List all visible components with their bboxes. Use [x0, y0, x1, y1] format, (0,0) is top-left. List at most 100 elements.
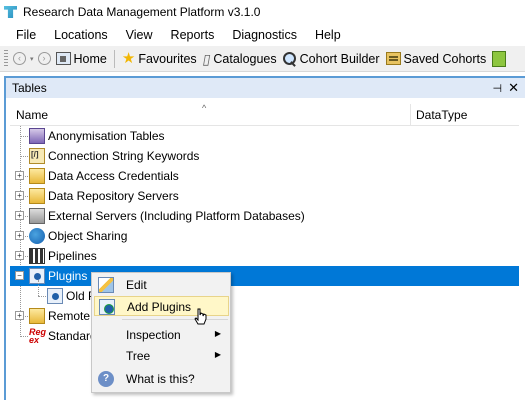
pin-icon[interactable]: ⊣	[493, 82, 503, 95]
context-menu-label: Edit	[126, 278, 147, 292]
tree-node-external-servers[interactable]: + External Servers (Including Platform D…	[10, 206, 525, 226]
tree-node-label: Remote I	[48, 309, 97, 323]
menu-reports[interactable]: Reports	[162, 24, 224, 46]
regex-icon: Reg ex	[29, 327, 47, 345]
tree-connector	[38, 296, 46, 297]
close-icon[interactable]: ✕	[508, 80, 519, 96]
expand-toggle[interactable]: +	[15, 171, 24, 180]
tree-node-label: Pipelines	[48, 249, 97, 263]
tree-node-remote[interactable]: + Remote I	[10, 306, 525, 326]
column-datatype-label: DataType	[416, 107, 468, 122]
tree-connector	[20, 336, 28, 337]
menu-help[interactable]: Help	[306, 24, 350, 46]
help-icon: ?	[98, 371, 114, 387]
column-name-label: Name	[16, 107, 49, 122]
context-menu-tree[interactable]: Tree ▶	[94, 346, 229, 366]
context-menu-inspection[interactable]: Inspection ▶	[94, 325, 229, 345]
forward-arrow-icon[interactable]: ›	[37, 52, 51, 65]
magnifier-icon	[282, 51, 297, 66]
saved-cohorts-icon	[385, 52, 401, 65]
back-dropdown-icon[interactable]: ▾	[30, 55, 34, 63]
tree-node-label: Connection String Keywords	[48, 149, 200, 163]
tree-node-data-repository-servers[interactable]: + Data Repository Servers	[10, 186, 525, 206]
cohort-builder-label: Cohort Builder	[299, 51, 380, 66]
menu-file[interactable]: File	[0, 24, 45, 46]
edit-icon	[98, 277, 114, 293]
anonymisation-icon	[29, 128, 45, 144]
toolbar: ‹ ▾ › Home ★ Favourites ▯ Catalogues Coh…	[0, 46, 525, 72]
sharing-icon	[29, 228, 45, 244]
collapse-toggle[interactable]: −	[15, 271, 24, 280]
home-label: Home	[73, 51, 107, 66]
window-title: Research Data Management Platform v3.1.0	[23, 5, 261, 19]
submenu-arrow-icon: ▶	[214, 350, 221, 359]
tree-node-data-access-credentials[interactable]: + Data Access Credentials	[10, 166, 525, 186]
favourites-button[interactable]: ★ Favourites	[119, 48, 200, 70]
tree-node-pipelines[interactable]: + Pipelines	[10, 246, 525, 266]
tree-connector	[20, 156, 28, 157]
catalogues-button[interactable]: ▯ Catalogues	[200, 48, 280, 70]
expand-toggle[interactable]: +	[15, 231, 24, 240]
menu-diagnostics[interactable]: Diagnostics	[223, 24, 306, 46]
tree-node-label: External Servers (Including Platform Dat…	[48, 209, 305, 223]
saved-cohorts-button[interactable]: Saved Cohorts	[383, 48, 490, 70]
context-menu-label: Inspection	[126, 328, 181, 342]
server-icon	[29, 208, 45, 224]
tree-node-label: Standard	[48, 329, 97, 343]
expand-toggle[interactable]: +	[15, 211, 24, 220]
tree-node-label: Plugins	[48, 269, 88, 283]
panel-title: Tables	[12, 81, 47, 95]
catalogue-icon: ▯	[201, 50, 212, 67]
cohort-builder-button[interactable]: Cohort Builder	[280, 48, 383, 70]
back-arrow-icon[interactable]: ‹	[13, 52, 26, 65]
toolbar-grip[interactable]	[4, 49, 8, 68]
add-plugin-icon	[99, 299, 115, 315]
context-menu-add-plugins[interactable]: Add Plugins	[94, 296, 229, 316]
saved-cohorts-label: Saved Cohorts	[403, 51, 487, 66]
expand-toggle[interactable]: +	[15, 311, 24, 320]
tree-node-anonymisation-tables[interactable]: Anonymisation Tables	[10, 126, 525, 146]
context-menu-label: Tree	[126, 349, 151, 363]
pipeline-icon	[29, 248, 45, 264]
panel-header: Tables ⊣ ✕	[6, 78, 525, 98]
tree-node-object-sharing[interactable]: + Object Sharing	[10, 226, 525, 246]
context-menu-label: Add Plugins	[127, 300, 192, 314]
column-header-datatype[interactable]: DataType	[411, 108, 467, 122]
tree-node-plugins[interactable]: − Plugins	[10, 266, 525, 286]
menu-locations[interactable]: Locations	[45, 24, 117, 46]
context-menu-edit[interactable]: Edit	[94, 275, 229, 295]
menu-view[interactable]: View	[117, 24, 162, 46]
expand-toggle[interactable]: +	[15, 251, 24, 260]
column-header-row: ^ Name DataType	[10, 103, 525, 126]
context-menu-separator	[122, 319, 228, 320]
folder-key-icon	[29, 168, 45, 184]
column-header-name[interactable]: ^ Name	[10, 103, 411, 126]
favourites-label: Favourites	[138, 51, 197, 66]
tree-node-label: Object Sharing	[48, 229, 128, 243]
menu-bar: File Locations View Reports Diagnostics …	[0, 24, 525, 46]
catalogues-label: Catalogues	[213, 51, 277, 66]
home-button[interactable]: Home	[53, 48, 110, 70]
plugin-icon	[29, 268, 45, 284]
folder-icon	[29, 188, 45, 204]
toolbar-separator	[113, 49, 115, 68]
sort-ascending-icon: ^	[202, 102, 207, 113]
plugin-icon	[47, 288, 63, 304]
tree-branch-line	[38, 280, 39, 296]
title-bar: Research Data Management Platform v3.1.0	[0, 0, 525, 24]
plugin-toolbar-icon	[492, 50, 507, 67]
tree-node-standard[interactable]: Reg ex Standard	[10, 326, 525, 346]
context-menu: Edit Add Plugins Inspection ▶ Tree ▶ ? W…	[91, 272, 231, 393]
expand-toggle[interactable]: +	[15, 191, 24, 200]
app-logo-icon	[4, 5, 18, 19]
plugin-toolbar-button[interactable]	[489, 48, 512, 70]
context-menu-label: What is this?	[126, 372, 195, 386]
star-icon: ★	[121, 50, 136, 67]
context-menu-what-is-this[interactable]: ? What is this?	[94, 369, 229, 389]
tree-node-label: Data Access Credentials	[48, 169, 179, 183]
submenu-arrow-icon: ▶	[214, 329, 221, 338]
tree-node-connection-string-keywords[interactable]: Connection String Keywords	[10, 146, 525, 166]
tree-node-label: Anonymisation Tables	[48, 129, 165, 143]
tree-node-old-plugins[interactable]: Old P	[10, 280, 525, 306]
tree-connector	[20, 136, 28, 137]
